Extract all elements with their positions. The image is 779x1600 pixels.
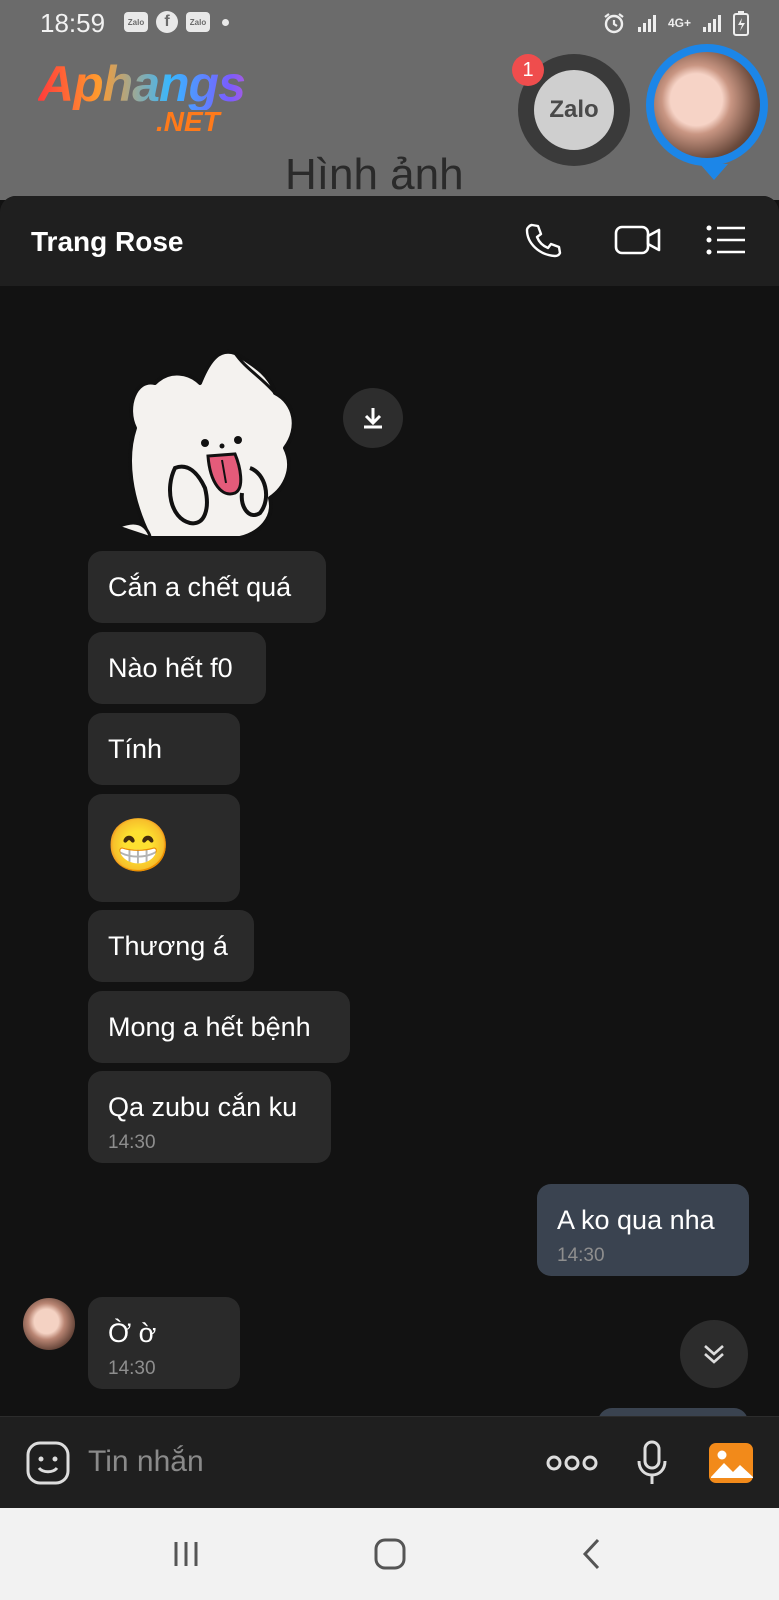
home-icon <box>374 1538 406 1570</box>
message-text: Ờ ờ <box>108 1318 157 1348</box>
message-time: 14:30 <box>108 1358 156 1379</box>
back-button[interactable] <box>562 1530 622 1578</box>
status-time: 18:59 <box>40 8 106 38</box>
message-time: 14:30 <box>557 1245 605 1266</box>
alarm-icon <box>604 13 624 34</box>
download-icon <box>364 408 382 429</box>
zalo-notification-icon: Zalo <box>124 12 148 32</box>
chat-head-pointer <box>700 164 728 180</box>
phone-icon <box>525 223 562 258</box>
zalo-notification-icon-2: Zalo <box>186 12 210 32</box>
unread-badge: 1 <box>512 54 544 86</box>
grinning-emoji-icon: 😁 <box>106 817 171 875</box>
incoming-message[interactable]: Nào hết f0 <box>88 632 266 704</box>
message-text: Thương á <box>108 931 228 961</box>
message-text: A ko qua nha <box>557 1205 715 1235</box>
message-time: 14:30 <box>108 1132 156 1153</box>
zalo-chat-head[interactable]: Zalo 1 <box>512 54 630 166</box>
more-notifications-dot <box>222 18 229 26</box>
list-menu-icon <box>706 225 745 255</box>
network-type-label: 4G+ <box>667 16 691 30</box>
video-call-button[interactable] <box>608 216 668 264</box>
watermark-sub-text: .NET <box>156 106 220 137</box>
sticker-button[interactable] <box>22 1437 74 1489</box>
incoming-message[interactable]: Mong a hết bệnh <box>88 991 350 1063</box>
background-title: Hình ảnh <box>285 150 464 199</box>
double-chevron-down-icon <box>704 1345 724 1364</box>
home-button[interactable] <box>360 1530 420 1578</box>
contact-avatar <box>654 52 760 158</box>
watermark-main-text: Aphangs <box>38 58 278 110</box>
signal-icon-2 <box>703 15 721 32</box>
outgoing-message[interactable]: A ko qua nha 14:30 <box>537 1184 749 1276</box>
more-options-button[interactable] <box>546 1437 598 1489</box>
partial-outgoing-message <box>598 1408 748 1416</box>
system-navigation-bar <box>0 1508 779 1600</box>
chat-panel: Trang Rose Cắn a chết quá Nào hết f0 Tín… <box>0 196 779 1416</box>
contact-name[interactable]: Trang Rose <box>31 226 183 258</box>
incoming-emoji-message[interactable]: 😁 <box>88 794 240 902</box>
contact-chat-head[interactable] <box>646 44 768 166</box>
status-bar: 18:59 Zalo f Zalo 4G+ <box>0 0 779 44</box>
message-input[interactable]: Tin nhắn <box>88 1445 204 1479</box>
message-input-bar: Tin nhắn <box>0 1416 779 1509</box>
more-dots-icon <box>546 1455 598 1471</box>
video-camera-icon <box>614 225 661 255</box>
back-chevron-icon <box>582 1538 600 1570</box>
gallery-button[interactable] <box>706 1437 756 1489</box>
facebook-notification-icon: f <box>156 11 178 33</box>
voice-message-button[interactable] <box>632 1437 672 1489</box>
incoming-message[interactable]: Tính <box>88 713 240 785</box>
scroll-to-bottom-button[interactable] <box>680 1320 748 1388</box>
zalo-logo-icon: Zalo <box>534 70 614 150</box>
recent-apps-icon <box>174 1542 198 1566</box>
chat-header: Trang Rose <box>0 196 779 286</box>
incoming-message[interactable]: Thương á <box>88 910 254 982</box>
sender-avatar[interactable] <box>23 1298 75 1350</box>
incoming-message[interactable]: Ờ ờ 14:30 <box>88 1297 240 1389</box>
status-right-icons: 4G+ <box>602 10 749 36</box>
cat-sticker[interactable] <box>110 348 310 538</box>
incoming-message[interactable]: Qa zubu cắn ku 14:30 <box>88 1071 331 1163</box>
message-text: Qa zubu cắn ku <box>108 1092 298 1122</box>
chat-options-button[interactable] <box>702 216 750 264</box>
watermark-logo: Aphangs .NET <box>38 58 278 142</box>
battery-charging-icon <box>733 11 749 36</box>
gallery-image-icon <box>709 1443 753 1483</box>
signal-icon <box>637 15 656 32</box>
notification-icons: Zalo f Zalo <box>124 11 229 33</box>
microphone-icon <box>637 1440 667 1484</box>
message-text: Nào hết f0 <box>108 653 233 683</box>
recent-apps-button[interactable] <box>156 1530 216 1578</box>
sticker-face-icon <box>26 1441 70 1485</box>
message-text: Tính <box>108 734 163 764</box>
incoming-message[interactable]: Cắn a chết quá <box>88 551 326 623</box>
message-text: Mong a hết bệnh <box>108 1012 311 1042</box>
voice-call-button[interactable] <box>518 216 566 264</box>
download-sticker-button[interactable] <box>343 388 403 448</box>
message-text: Cắn a chết quá <box>108 572 292 602</box>
